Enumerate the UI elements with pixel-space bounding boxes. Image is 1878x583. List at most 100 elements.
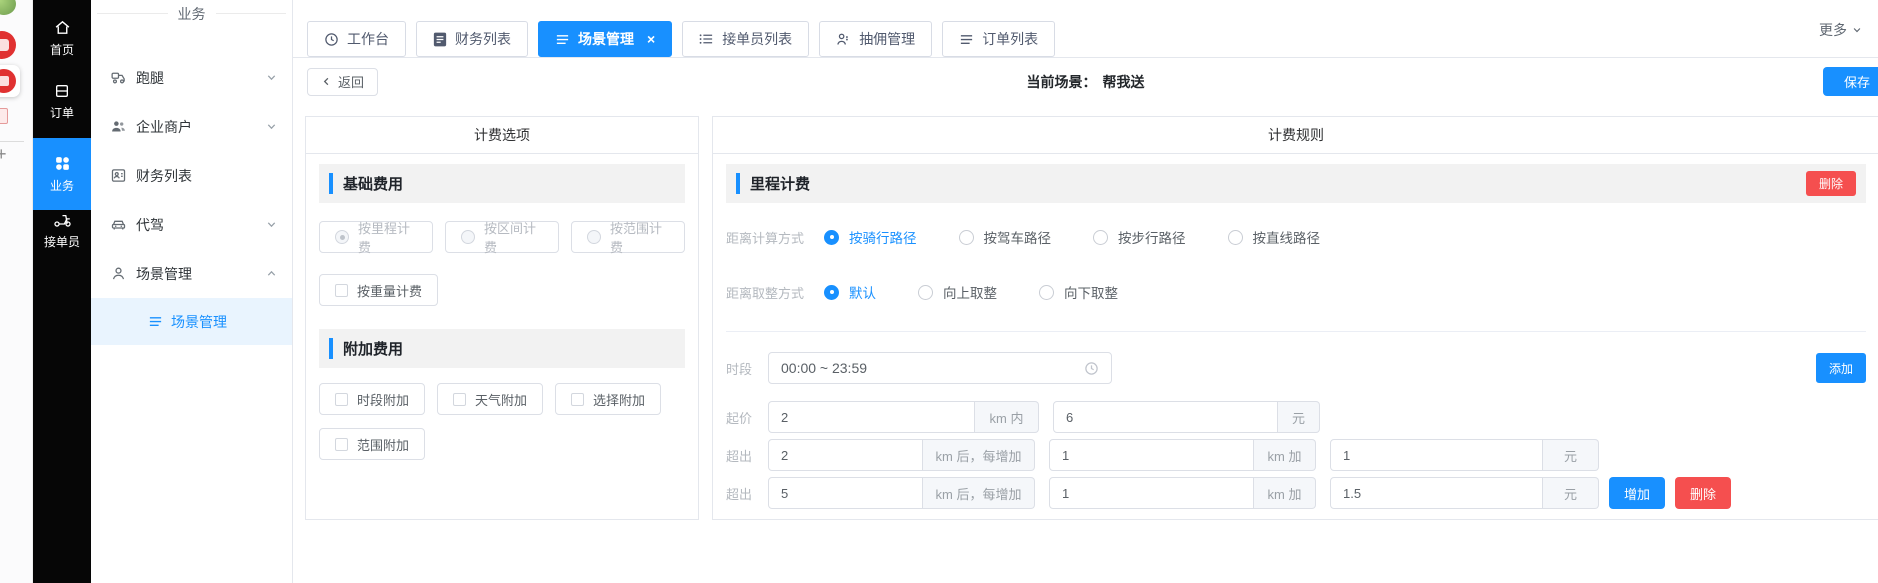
radio-straight-line-route[interactable]: 按直线路径: [1228, 227, 1321, 247]
radio-icon: [1093, 230, 1108, 245]
add-time-period-button[interactable]: 添加: [1816, 353, 1866, 383]
extra-fee-section-header: 附加费用: [319, 329, 685, 368]
checkbox-icon: [335, 438, 348, 451]
tab-label: 订单列表: [982, 29, 1038, 49]
checkbox-range-surcharge[interactable]: 范围附加: [319, 428, 425, 460]
chevron-down-icon: [266, 121, 277, 132]
increment-price-input[interactable]: [1330, 477, 1543, 509]
person-lines-icon: [836, 32, 851, 47]
nav-subitem-label: 场景管理: [171, 312, 227, 332]
time-range-value: 00:00 ~ 23:59: [781, 360, 867, 376]
accent-bar: [329, 338, 333, 359]
yuan-addon: 元: [1278, 401, 1320, 433]
delete-rule-button[interactable]: 删除: [1806, 171, 1856, 196]
over-threshold-input[interactable]: [768, 439, 923, 471]
tab-courier-list[interactable]: 接单员列表: [682, 21, 809, 57]
nav-item-finance-list[interactable]: 财务列表: [91, 151, 292, 200]
nav-sidebar-title: 业务: [91, 0, 292, 27]
current-scene-label: 当前场景：: [1027, 72, 1097, 92]
sidebar-item-home[interactable]: 首页: [33, 19, 91, 58]
nav-item-driving[interactable]: 代驾: [91, 200, 292, 249]
errand-icon: [110, 69, 127, 86]
increment-distance-input[interactable]: [1049, 439, 1254, 471]
add-icon[interactable]: +: [0, 145, 7, 163]
km-add-addon: km 加: [1254, 439, 1316, 471]
checkbox-by-weight[interactable]: 按重量计费: [319, 274, 438, 306]
tab-commission[interactable]: 抽佣管理: [819, 21, 932, 57]
sidebar-item-label: 订单: [50, 104, 74, 121]
radio-by-mileage[interactable]: 按里程计费: [319, 221, 433, 253]
radio-round-down[interactable]: 向下取整: [1039, 282, 1118, 302]
radio-icon: [959, 230, 974, 245]
app-sidebar: 首页 订单 业务 接单员: [33, 0, 91, 583]
chevron-down-icon: [266, 219, 277, 230]
add-tier-button[interactable]: 增加: [1609, 477, 1665, 509]
over-threshold-input[interactable]: [768, 477, 923, 509]
nav-item-scene-management[interactable]: 场景管理: [91, 249, 292, 298]
sidebar-item-business[interactable]: 业务: [33, 138, 91, 210]
radio-icon: [918, 285, 933, 300]
sidebar-item-orders[interactable]: 订单: [33, 83, 91, 121]
checkbox-icon: [335, 393, 348, 406]
distance-calc-row: 距离计算方式 按骑行路径 按驾车路径 按步行路径: [726, 227, 1866, 247]
tab-label: 财务列表: [455, 29, 511, 49]
checkbox-weather-surcharge[interactable]: 天气附加: [437, 383, 543, 415]
radio-by-interval[interactable]: 按区间计费: [445, 221, 559, 253]
tab-finance-list[interactable]: 财务列表: [416, 21, 528, 57]
save-button[interactable]: 保存: [1823, 67, 1878, 96]
more-menu[interactable]: 更多: [1819, 20, 1862, 40]
base-price-label: 起价: [726, 408, 768, 427]
radio-walking-route[interactable]: 按步行路径: [1093, 227, 1186, 247]
tab-workbench[interactable]: 工作台: [307, 21, 406, 57]
list-icon: [555, 33, 570, 46]
base-price-input[interactable]: [1053, 401, 1278, 433]
clock-icon: [1084, 361, 1099, 376]
list-dots-icon: [699, 32, 714, 46]
sidebar-item-label: 首页: [50, 41, 74, 58]
nav-item-merchants[interactable]: 企业商户: [91, 102, 292, 151]
checkbox-select-surcharge[interactable]: 选择附加: [555, 383, 661, 415]
billing-rules-panel: 计费规则 里程计费 删除 距离计算方式 按骑行路径 按驾车路径: [712, 116, 1878, 520]
list-icon: [959, 33, 974, 46]
radio-round-default[interactable]: 默认: [824, 282, 876, 302]
billing-options-panel: 计费选项 基础费用 按里程计费 按区间计费: [305, 116, 699, 520]
increment-price-input[interactable]: [1330, 439, 1543, 471]
radio-driving-route[interactable]: 按驾车路径: [959, 227, 1052, 247]
radio-round-up[interactable]: 向上取整: [918, 282, 997, 302]
over-distance-label: 超出: [726, 484, 768, 503]
nav-item-errand[interactable]: 跑腿: [91, 53, 292, 102]
current-scene: 当前场景： 帮我送: [1027, 72, 1145, 92]
radio-by-range[interactable]: 按范围计费: [571, 221, 685, 253]
content: 计费选项 基础费用 按里程计费 按区间计费: [293, 105, 1878, 583]
radio-icon: [461, 230, 475, 244]
checkbox-time-surcharge[interactable]: 时段附加: [319, 383, 425, 415]
divider: [726, 331, 1866, 332]
base-distance-input[interactable]: [768, 401, 975, 433]
checkbox-icon: [453, 393, 466, 406]
time-range-input[interactable]: 00:00 ~ 23:59: [768, 352, 1112, 384]
radio-riding-route[interactable]: 按骑行路径: [824, 227, 917, 247]
delete-tier-button[interactable]: 删除: [1675, 477, 1731, 509]
red-app-icon[interactable]: [0, 31, 16, 59]
car-icon: [110, 216, 127, 233]
document-icon[interactable]: [0, 108, 8, 124]
divider: [0, 141, 24, 142]
toolbar: 返回 当前场景： 帮我送 保存: [293, 58, 1878, 105]
increment-distance-input[interactable]: [1049, 477, 1254, 509]
over-distance-label: 超出: [726, 446, 768, 465]
tab-order-list[interactable]: 订单列表: [942, 21, 1055, 57]
yuan-addon: 元: [1543, 439, 1599, 471]
more-label: 更多: [1819, 20, 1847, 40]
sidebar-item-couriers[interactable]: 接单员: [33, 212, 91, 250]
over-distance-row: 超出 km 后，每增加 km 加 元: [726, 439, 1866, 471]
nav-subitem-scene-management[interactable]: 场景管理: [91, 298, 292, 345]
time-period-label: 时段: [726, 359, 768, 378]
tab-label: 抽佣管理: [859, 29, 915, 49]
nav-item-label: 企业商户: [136, 117, 192, 137]
red-app-icon-card[interactable]: [0, 65, 20, 97]
mileage-billing-section-header: 里程计费 删除: [726, 164, 1866, 203]
back-button[interactable]: 返回: [307, 68, 378, 96]
accent-bar: [736, 173, 740, 194]
close-icon[interactable]: ×: [647, 32, 655, 46]
tab-scene-management[interactable]: 场景管理 ×: [538, 21, 672, 57]
